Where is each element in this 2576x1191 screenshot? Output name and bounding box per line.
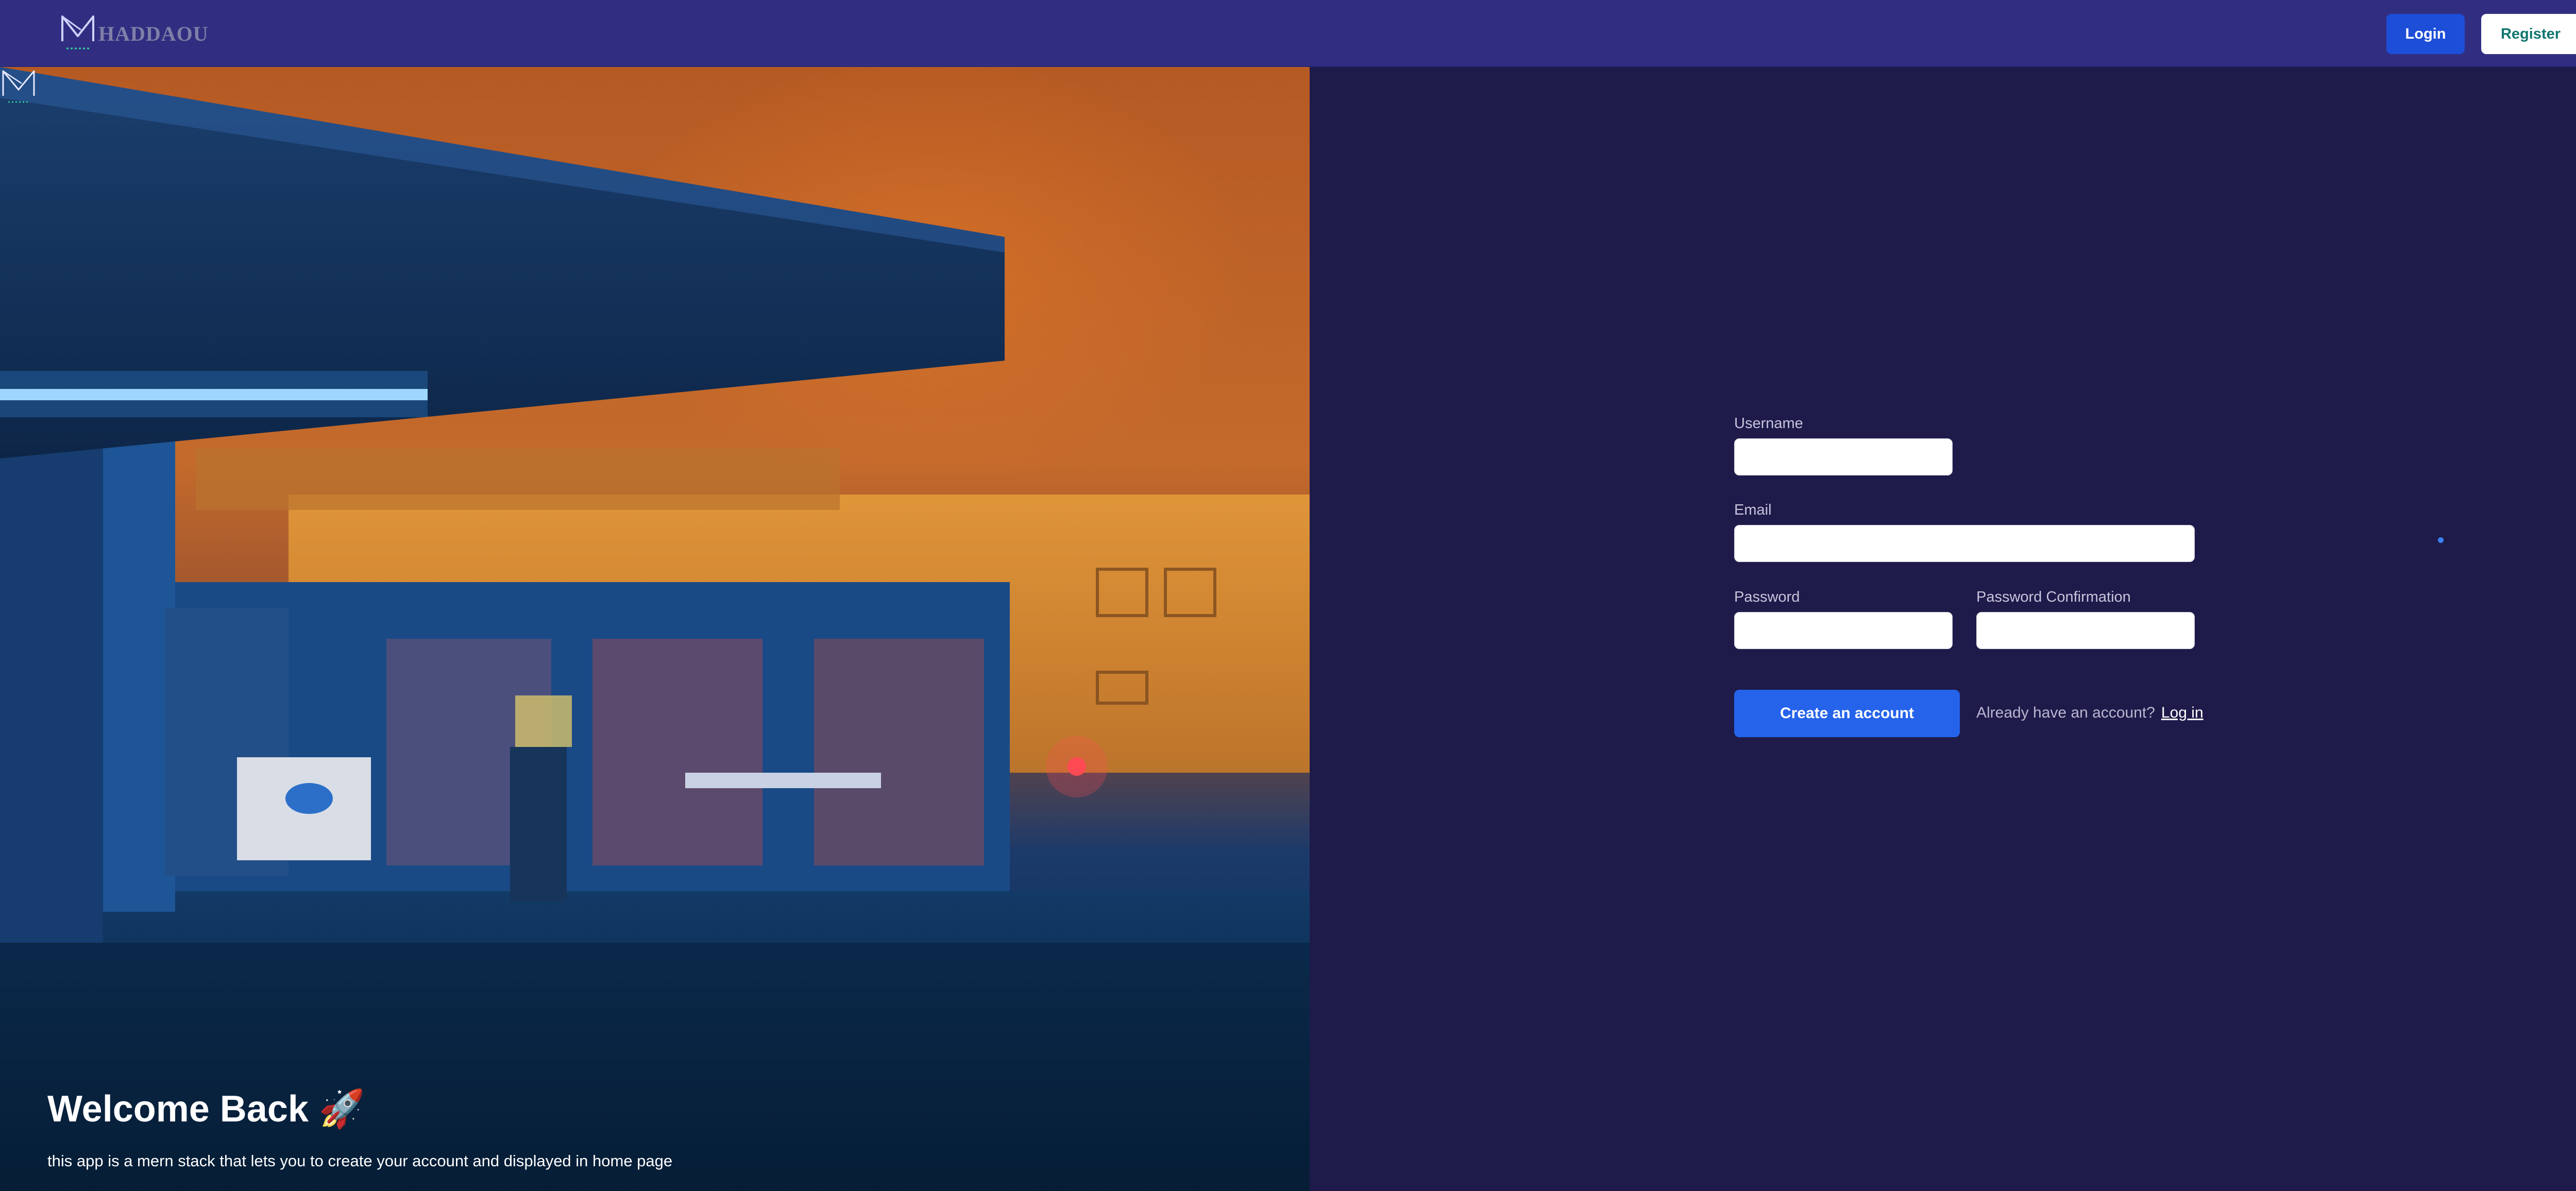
login-link[interactable]: Log in [2161, 704, 2204, 721]
already-text: Already have an account? [1976, 704, 2155, 721]
top-navbar: HADDAOU Login Register [0, 0, 2576, 67]
password-confirmation-input[interactable] [1976, 612, 2195, 649]
password-input[interactable] [1734, 612, 1953, 649]
hero-title: Welcome Back 🚀 [47, 1088, 365, 1130]
username-input[interactable] [1734, 438, 1953, 475]
register-button[interactable]: Register [2481, 14, 2576, 54]
hero-panel: Welcome Back 🚀 this app is a mern stack … [0, 67, 1310, 1191]
register-form: Username Email Password Password Confirm… [1310, 67, 2576, 1191]
create-account-button[interactable]: Create an account [1734, 690, 1960, 737]
brand-name: HADDAOU [98, 22, 209, 45]
login-button[interactable]: Login [2386, 14, 2465, 54]
gas-station-photo [0, 67, 1310, 1191]
email-label: Email [1734, 502, 1772, 518]
already-have-account: Already have an account? Log in [1976, 704, 2204, 722]
password-label: Password [1734, 589, 1800, 605]
email-input[interactable] [1734, 525, 2195, 562]
brand[interactable]: HADDAOU [59, 11, 209, 56]
password-confirmation-label: Password Confirmation [1976, 589, 2131, 605]
username-label: Username [1734, 415, 1803, 432]
status-dot [2438, 537, 2444, 543]
haddaou-logo-icon [61, 15, 94, 49]
haddaou-logo-icon [2, 70, 35, 103]
hero-subtitle: this app is a mern stack that lets you t… [47, 1152, 673, 1170]
